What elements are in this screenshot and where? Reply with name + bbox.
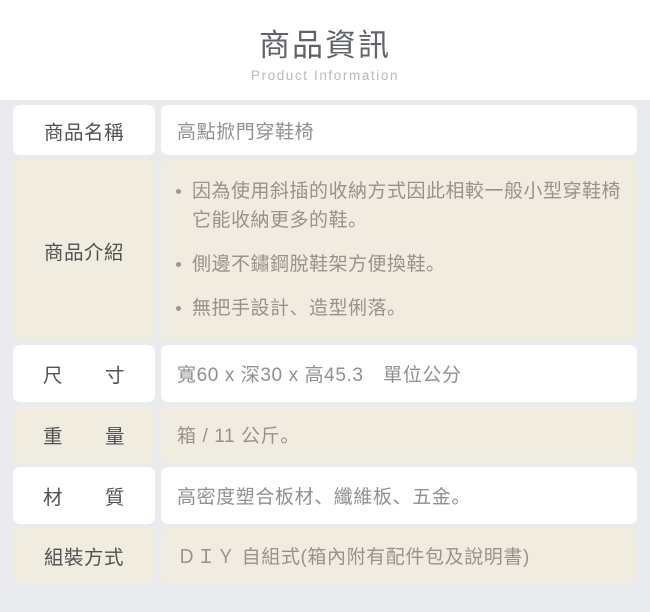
table-row: 商品名稱 高點掀門穿鞋椅 — [13, 105, 637, 155]
row-label-text: 商品名稱 — [43, 121, 124, 144]
bullet-dot-icon — [176, 306, 181, 311]
list-item: 因為使用斜插的收納方式因此相較一般小型穿鞋椅它能收納更多的鞋。 — [175, 177, 623, 235]
page-subtitle: Product Information — [250, 68, 400, 83]
row-label-product-name: 商品名稱 — [13, 105, 155, 155]
row-label-weight: 重量 — [13, 406, 155, 463]
row-label-text: 重量 — [43, 426, 125, 448]
row-label-assembly: 組裝方式 — [13, 528, 155, 583]
table-row: 商品介紹 因為使用斜插的收納方式因此相較一般小型穿鞋椅它能收納更多的鞋。 側邊不… — [13, 159, 637, 341]
row-value-product-intro: 因為使用斜插的收納方式因此相較一般小型穿鞋椅它能收納更多的鞋。 側邊不鏽鋼脫鞋架… — [161, 159, 637, 341]
list-item-text: 因為使用斜插的收納方式因此相較一般小型穿鞋椅它能收納更多的鞋。 — [192, 181, 622, 231]
list-item: 無把手設計、造型俐落。 — [175, 294, 623, 323]
product-spec-table: 商品名稱 高點掀門穿鞋椅 商品介紹 因為使用斜插的收納方式因此相較一般小型穿鞋椅… — [0, 100, 650, 612]
row-label-material: 材質 — [13, 467, 155, 524]
page-header: 商品資訊 Product Information — [0, 0, 650, 100]
row-value-text: 箱 / 11 公斤。 — [177, 426, 300, 447]
table-row: 尺寸 寬60 x 深30 x 高45.3 單位公分 — [13, 345, 637, 402]
page-title: 商品資訊 — [259, 28, 391, 63]
row-label-text: 材質 — [43, 487, 125, 509]
row-label-text: 尺寸 — [43, 365, 125, 387]
row-value-assembly: ＤＩＹ 自組式(箱內附有配件包及說明書) — [161, 528, 637, 583]
row-value-text: 高密度塑合板材、纖維板、五金。 — [177, 487, 472, 508]
bullet-dot-icon — [176, 262, 181, 267]
table-row: 材質 高密度塑合板材、纖維板、五金。 — [13, 467, 637, 524]
row-value-dimensions: 寬60 x 深30 x 高45.3 單位公分 — [161, 345, 637, 402]
row-value-weight: 箱 / 11 公斤。 — [161, 406, 637, 463]
product-information-page: 商品資訊 Product Information 商品名稱 高點掀門穿鞋椅 商品… — [0, 0, 650, 612]
bullet-dot-icon — [176, 189, 181, 194]
row-value-text: ＤＩＹ 自組式(箱內附有配件包及說明書) — [177, 547, 530, 568]
row-value-text: 寬60 x 深30 x 高45.3 單位公分 — [177, 365, 462, 386]
list-item: 側邊不鏽鋼脫鞋架方便換鞋。 — [175, 250, 623, 279]
row-value-material: 高密度塑合板材、纖維板、五金。 — [161, 467, 637, 524]
feature-list: 因為使用斜插的收納方式因此相較一般小型穿鞋椅它能收納更多的鞋。 側邊不鏽鋼脫鞋架… — [175, 177, 623, 323]
row-label-text: 組裝方式 — [43, 547, 124, 569]
list-item-text: 側邊不鏽鋼脫鞋架方便換鞋。 — [192, 254, 446, 275]
row-label-text: 商品介紹 — [43, 241, 124, 264]
table-row: 重量 箱 / 11 公斤。 — [13, 406, 637, 463]
row-label-dimensions: 尺寸 — [13, 345, 155, 402]
table-row: 組裝方式 ＤＩＹ 自組式(箱內附有配件包及說明書) — [13, 528, 637, 583]
list-item-text: 無把手設計、造型俐落。 — [192, 298, 407, 319]
row-value-product-name: 高點掀門穿鞋椅 — [161, 105, 637, 155]
row-label-product-intro: 商品介紹 — [13, 159, 155, 341]
row-value-text: 高點掀門穿鞋椅 — [177, 121, 315, 143]
